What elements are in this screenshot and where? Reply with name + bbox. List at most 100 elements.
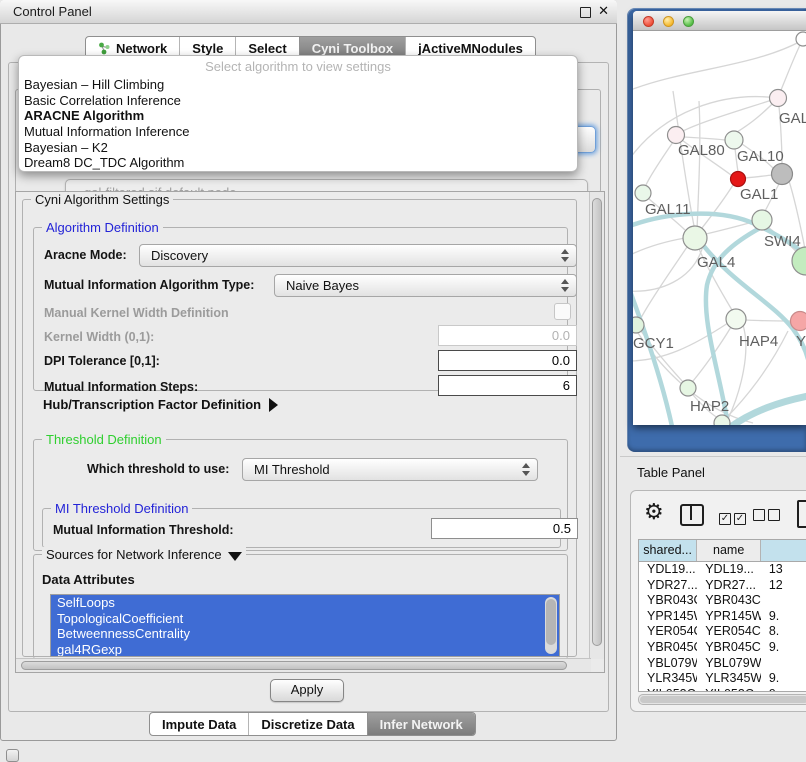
tab-infer-network[interactable]: Infer Network bbox=[367, 713, 475, 735]
deselect-all-icon[interactable] bbox=[753, 508, 783, 526]
algorithm-option-mutual-information-inference[interactable]: Mutual Information Inference bbox=[24, 124, 572, 140]
manual-kernel-checkbox[interactable] bbox=[554, 303, 571, 320]
algorithm-option-aracne-algorithm[interactable]: ARACNE Algorithm bbox=[24, 108, 572, 124]
network-edge[interactable] bbox=[683, 98, 778, 131]
network-edge[interactable] bbox=[781, 43, 801, 90]
gear-icon[interactable]: ⚙ bbox=[644, 499, 664, 525]
control-panel-titlebar[interactable]: Control Panel ✕ bbox=[0, 0, 617, 24]
hub-definition-toggle[interactable]: Hub/Transcription Factor Definition bbox=[43, 397, 278, 412]
attribute-item-gal4rgexp[interactable]: gal4RGexp bbox=[51, 642, 559, 657]
column-header-shared[interactable]: shared... bbox=[639, 540, 697, 561]
table-cell: 13 bbox=[761, 562, 806, 578]
network-edge[interactable] bbox=[702, 185, 733, 228]
table-row[interactable]: YDR27...YDR27...12 bbox=[639, 578, 806, 594]
attribute-item-selfloops[interactable]: SelfLoops bbox=[51, 595, 559, 611]
apply-button[interactable]: Apply bbox=[270, 679, 344, 702]
network-canvas[interactable]: GALGAL80GAL10GAL1GAL11SWI4GAL4GCY1HAP4YH… bbox=[633, 31, 806, 425]
network-node[interactable] bbox=[680, 380, 696, 396]
mi-type-combo[interactable]: Naive Bayes bbox=[274, 274, 577, 297]
table-row[interactable]: YBR045CYBR045C9. bbox=[639, 640, 806, 656]
network-edge[interactable] bbox=[641, 247, 687, 318]
network-node[interactable] bbox=[791, 312, 806, 331]
network-node[interactable] bbox=[772, 164, 793, 185]
node-table[interactable]: shared...name YDL19...YDL19...13YDR27...… bbox=[638, 539, 806, 692]
data-attributes-list[interactable]: SelfLoopsTopologicalCoefficientBetweenne… bbox=[50, 594, 560, 657]
network-view-window[interactable]: GALGAL80GAL10GAL1GAL11SWI4GAL4GCY1HAP4YH… bbox=[633, 11, 806, 425]
table-row[interactable]: YIL053CYIL053C9. bbox=[639, 687, 806, 692]
network-node[interactable] bbox=[752, 210, 772, 230]
table-row[interactable]: YBL079WYBL079W bbox=[639, 656, 806, 672]
network-edge[interactable] bbox=[633, 246, 703, 291]
network-node[interactable] bbox=[725, 131, 743, 149]
tab-discretize-data[interactable]: Discretize Data bbox=[248, 713, 366, 735]
algorithm-option-bayesian-hill-climbing[interactable]: Bayesian – Hill Climbing bbox=[24, 77, 572, 93]
tab-impute-data[interactable]: Impute Data bbox=[150, 713, 248, 735]
network-edge[interactable] bbox=[697, 101, 700, 230]
table-row[interactable]: YPR145WYPR145W9. bbox=[639, 609, 806, 625]
network-node[interactable] bbox=[668, 127, 685, 144]
mi-threshold-input[interactable]: 0.5 bbox=[431, 518, 578, 539]
aracne-mode-combo[interactable]: Discovery bbox=[139, 244, 577, 267]
close-window-icon[interactable] bbox=[643, 16, 654, 27]
table-cell: 12 bbox=[761, 578, 806, 594]
network-node[interactable] bbox=[731, 172, 746, 187]
table-cell: YPR145W bbox=[697, 609, 761, 625]
network-edge[interactable] bbox=[706, 222, 753, 234]
dpi-tolerance-label: DPI Tolerance [0,1]: bbox=[44, 354, 160, 368]
algorithm-option-bayesian-k2[interactable]: Bayesian – K2 bbox=[24, 140, 572, 156]
zoom-window-icon[interactable] bbox=[683, 16, 694, 27]
network-edge[interactable] bbox=[745, 175, 772, 178]
table-row[interactable]: YLR345WYLR345W9. bbox=[639, 671, 806, 687]
network-edge[interactable] bbox=[684, 137, 725, 140]
column-selector-icon[interactable] bbox=[680, 504, 704, 526]
import-table-icon[interactable] bbox=[797, 500, 806, 528]
algorithm-option-dream8-dc-tdc-algorithm[interactable]: Dream8 DC_TDC Algorithm bbox=[24, 155, 572, 171]
network-node[interactable] bbox=[770, 90, 787, 107]
float-window-icon[interactable] bbox=[580, 7, 591, 18]
table-row[interactable]: YER054CYER054C8. bbox=[639, 624, 806, 640]
close-icon[interactable]: ✕ bbox=[598, 3, 609, 19]
table-row[interactable]: YBR043CYBR043C bbox=[639, 593, 806, 609]
network-graph[interactable]: GALGAL80GAL10GAL1GAL11SWI4GAL4GCY1HAP4YH… bbox=[633, 31, 806, 425]
network-node[interactable] bbox=[714, 415, 730, 425]
network-edge[interactable] bbox=[725, 395, 806, 425]
combo-arrows-icon bbox=[561, 249, 569, 262]
network-edge[interactable] bbox=[633, 41, 801, 91]
algorithm-option-basic-correlation-inference[interactable]: Basic Correlation Inference bbox=[24, 93, 572, 109]
network-node[interactable] bbox=[633, 317, 644, 333]
network-edge[interactable] bbox=[646, 142, 673, 185]
attribute-item-topologicalcoefficient[interactable]: TopologicalCoefficient bbox=[51, 611, 559, 627]
table-row[interactable]: YDL19...YDL19...13 bbox=[639, 562, 806, 578]
list-scrollbar[interactable] bbox=[545, 597, 557, 654]
threshold-definition-title: Threshold Definition bbox=[42, 432, 166, 447]
mi-steps-label: Mutual Information Steps: bbox=[44, 380, 198, 394]
settings-horizontal-scrollbar[interactable] bbox=[16, 658, 591, 672]
which-threshold-combo[interactable]: MI Threshold bbox=[242, 458, 538, 481]
tab-label: Network bbox=[116, 41, 167, 56]
network-edge[interactable] bbox=[633, 238, 685, 256]
network-node[interactable] bbox=[792, 247, 806, 275]
kernel-width-label: Kernel Width (0,1): bbox=[44, 330, 154, 344]
table-horizontal-scrollbar[interactable] bbox=[638, 694, 806, 705]
attribute-item-betweennesscentrality[interactable]: BetweennessCentrality bbox=[51, 626, 559, 642]
dpi-tolerance-input[interactable]: 0.0 bbox=[438, 350, 577, 371]
algorithm-dropdown-prompt: Select algorithm to view settings bbox=[19, 59, 577, 74]
minimized-panel-icon[interactable] bbox=[6, 749, 19, 762]
table-cell bbox=[761, 593, 806, 609]
network-node[interactable] bbox=[726, 309, 746, 329]
kernel-width-input[interactable]: 0.0 bbox=[438, 325, 577, 346]
column-header-extra[interactable] bbox=[761, 540, 806, 561]
network-node[interactable] bbox=[635, 185, 651, 201]
network-node[interactable] bbox=[683, 226, 707, 250]
mi-steps-input[interactable]: 6 bbox=[438, 375, 577, 396]
network-window-titlebar[interactable] bbox=[633, 11, 806, 31]
minimize-window-icon[interactable] bbox=[663, 16, 674, 27]
column-header-name[interactable]: name bbox=[697, 540, 761, 561]
select-all-icon[interactable]: ✓✓ bbox=[719, 508, 749, 526]
table-cell: YBL079W bbox=[639, 656, 697, 672]
mi-type-value: Naive Bayes bbox=[286, 278, 359, 293]
network-node[interactable] bbox=[796, 32, 806, 46]
settings-vertical-scrollbar[interactable] bbox=[589, 192, 604, 659]
which-threshold-value: MI Threshold bbox=[254, 462, 330, 477]
cytoscape-desktop: GALGAL80GAL10GAL1GAL11SWI4GAL4GCY1HAP4YH… bbox=[627, 8, 806, 452]
